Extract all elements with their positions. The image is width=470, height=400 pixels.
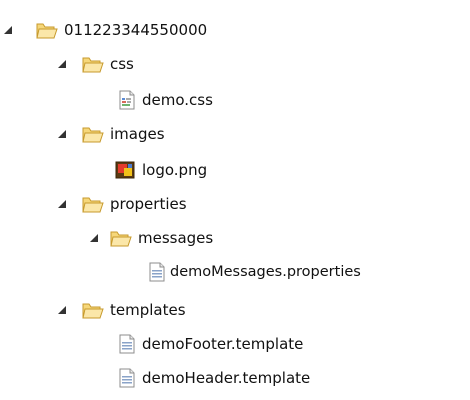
folder-open-icon: [110, 227, 132, 249]
expand-toggle-icon[interactable]: [2, 24, 14, 36]
tree-label-demoheader-template: demoHeader.template: [142, 369, 311, 387]
tree-label-templates: templates: [110, 301, 186, 319]
tree-label-properties: properties: [110, 195, 187, 213]
folder-open-icon: [82, 299, 104, 321]
tree-label-messages: messages: [138, 229, 214, 247]
tree-label-images: images: [110, 125, 165, 143]
expand-toggle-icon[interactable]: [56, 304, 68, 316]
expand-toggle-icon[interactable]: [56, 58, 68, 70]
text-file-icon: [116, 333, 138, 355]
tree-row-logo-png[interactable]: logo.png: [0, 156, 470, 184]
tree-row-css[interactable]: css: [0, 50, 470, 78]
tree-row-images[interactable]: images: [0, 120, 470, 148]
tree-label-demofooter-template: demoFooter.template: [142, 335, 304, 353]
tree-row-demo-css[interactable]: demo.css: [0, 86, 470, 114]
folder-open-icon: [36, 19, 58, 41]
tree-row-properties[interactable]: properties: [0, 190, 470, 218]
expand-toggle-icon[interactable]: [56, 128, 68, 140]
text-file-icon: [146, 261, 168, 283]
tree-row-demofooter-template[interactable]: demoFooter.template: [0, 330, 470, 358]
tree-row-root[interactable]: 011223344550000: [0, 16, 470, 44]
tree-row-templates[interactable]: templates: [0, 296, 470, 324]
tree-label-logo-png: logo.png: [142, 161, 208, 179]
css-file-icon: [116, 89, 138, 111]
expand-toggle-icon[interactable]: [56, 198, 68, 210]
tree-label-demo-css: demo.css: [142, 91, 213, 109]
tree-label-css: css: [110, 55, 134, 73]
tree-row-demoheader-template[interactable]: demoHeader.template: [0, 364, 470, 392]
tree-row-demomessages-properties[interactable]: demoMessages.properties: [0, 258, 470, 286]
image-file-icon: [114, 159, 136, 181]
expand-toggle-icon[interactable]: [88, 232, 100, 244]
tree-row-messages[interactable]: messages: [0, 224, 470, 252]
folder-open-icon: [82, 53, 104, 75]
folder-open-icon: [82, 123, 104, 145]
project-tree: 011223344550000 css demo.css images logo…: [0, 0, 470, 400]
tree-label-demomessages-properties: demoMessages.properties: [170, 264, 361, 280]
tree-label-root: 011223344550000: [64, 21, 208, 39]
folder-open-icon: [82, 193, 104, 215]
text-file-icon: [116, 367, 138, 389]
